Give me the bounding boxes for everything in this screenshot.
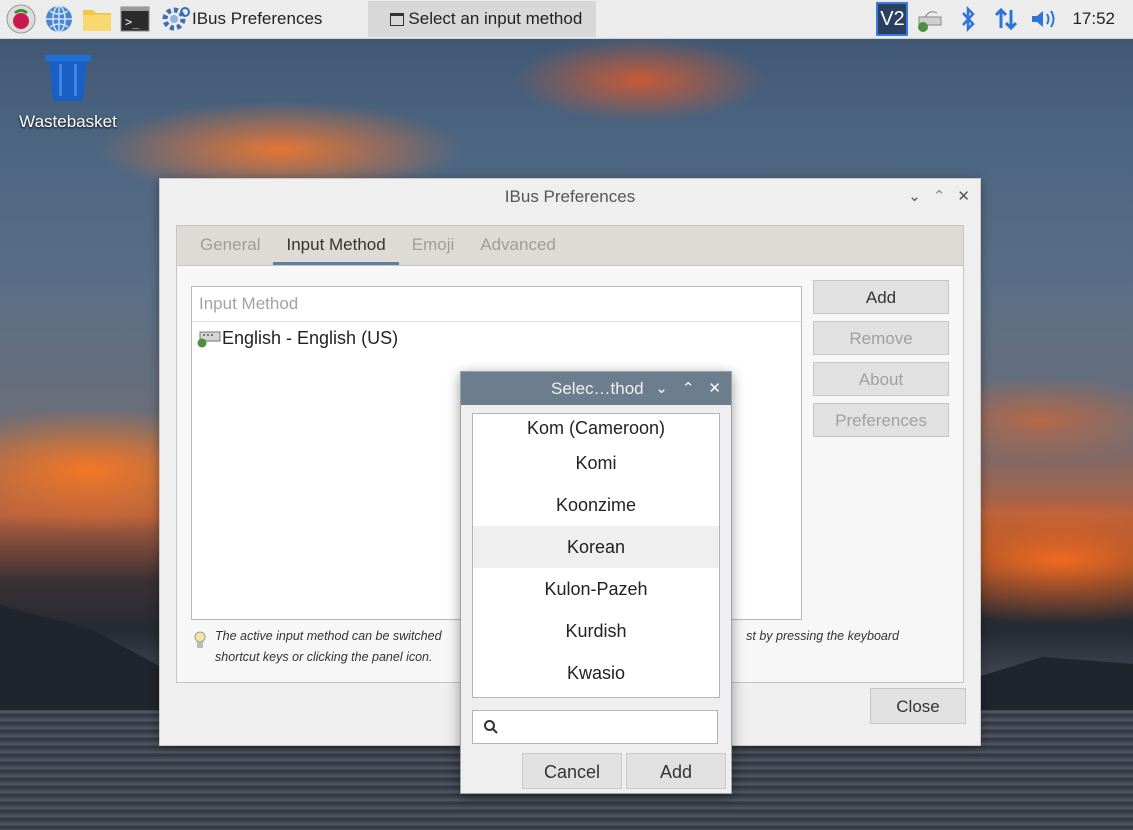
vnc-icon[interactable]: V2 (876, 2, 909, 36)
wastebasket[interactable]: Wastebasket (18, 55, 118, 132)
list-item[interactable]: Kwasio (473, 652, 719, 694)
list-item[interactable]: Kom (Cameroon) (473, 414, 719, 442)
remove-button[interactable]: Remove (813, 321, 949, 355)
dialog-titlebar[interactable]: Selec…thod ⌄ ⌃ ✕ (461, 372, 731, 405)
list-item[interactable]: Koonzime (473, 484, 719, 526)
tab-bar: General Input Method Emoji Advanced (176, 225, 964, 265)
maximize-icon[interactable]: ⌃ (682, 372, 695, 405)
tab-input-method[interactable]: Input Method (273, 235, 399, 265)
task-label: Select an input method (408, 9, 583, 28)
wastebasket-icon (45, 55, 91, 101)
window-titlebar[interactable]: IBus Preferences ⌄ ⌃ ✕ (160, 179, 980, 215)
add-button[interactable]: Add (813, 280, 949, 314)
data-transfer-icon[interactable] (990, 2, 1022, 36)
tab-advanced[interactable]: Advanced (467, 235, 569, 265)
list-item-selected[interactable]: Korean (473, 526, 719, 568)
taskbar: >_ IBus Preferences Select an input meth… (0, 0, 1133, 39)
cancel-button[interactable]: Cancel (522, 753, 622, 789)
tab-emoji[interactable]: Emoji (399, 235, 468, 265)
list-item[interactable]: Komi (473, 442, 719, 484)
close-icon[interactable]: ✕ (957, 179, 970, 215)
minimize-icon[interactable]: ⌄ (908, 179, 921, 215)
close-icon[interactable]: ✕ (708, 372, 721, 405)
preferences-button[interactable]: Preferences (813, 403, 949, 437)
list-header[interactable]: Input Method (192, 287, 801, 322)
list-item[interactable]: Kurdish (473, 610, 719, 652)
network-icon[interactable] (914, 2, 946, 36)
terminal-icon[interactable]: >_ (118, 2, 152, 36)
file-manager-icon[interactable] (80, 2, 114, 36)
maximize-icon[interactable]: ⌃ (933, 179, 946, 215)
raspberry-menu-icon[interactable] (4, 2, 38, 36)
keyboard-icon (197, 331, 221, 348)
hint-line1-right: st by pressing the keyboard (746, 629, 899, 643)
close-button[interactable]: Close (870, 688, 966, 724)
volume-icon[interactable] (1028, 2, 1060, 36)
side-buttons: Add Remove About Preferences (813, 280, 951, 444)
language-list[interactable]: Kom (Cameroon) Komi Koonzime Korean Kulo… (472, 413, 720, 698)
select-input-method-dialog: Selec…thod ⌄ ⌃ ✕ Kom (Cameroon) Komi Koo… (460, 371, 732, 794)
list-item[interactable]: English - English (US) (192, 322, 801, 354)
task-label: IBus Preferences (192, 9, 323, 28)
window-icon (390, 12, 405, 26)
tab-general[interactable]: General (187, 235, 273, 265)
web-browser-icon[interactable] (42, 2, 76, 36)
list-item[interactable]: Kulon-Pazeh (473, 568, 719, 610)
system-tray: V2 17:52 (870, 0, 1133, 38)
task-ibus-preferences[interactable]: IBus Preferences (156, 1, 332, 37)
dialog-title: Selec…thod (551, 379, 644, 398)
wastebasket-label: Wastebasket (19, 112, 117, 131)
input-method-label: English - English (US) (222, 327, 399, 348)
add-button[interactable]: Add (626, 753, 726, 789)
window-title: IBus Preferences (504, 187, 636, 206)
svg-text:>_: >_ (125, 15, 140, 29)
task-select-input-method[interactable]: Select an input method (368, 1, 597, 37)
gear-icon (162, 7, 190, 31)
search-icon (484, 720, 498, 734)
hint-line1-left: The active input method can be switched (215, 629, 442, 643)
minimize-icon[interactable]: ⌄ (655, 372, 668, 405)
search-input[interactable] (505, 717, 717, 737)
bluetooth-icon[interactable] (952, 2, 984, 36)
clock[interactable]: 17:52 (1072, 9, 1115, 29)
lightbulb-icon (194, 631, 206, 648)
about-button[interactable]: About (813, 362, 949, 396)
search-field[interactable] (472, 710, 718, 744)
